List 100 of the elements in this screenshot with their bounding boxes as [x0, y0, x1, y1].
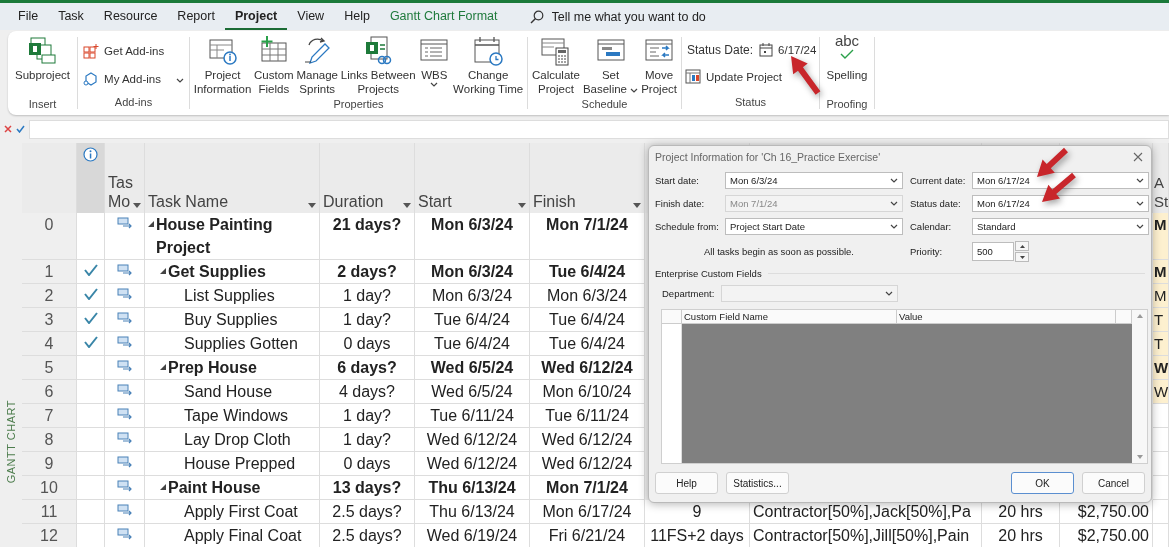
table-cell: 0 days [320, 452, 415, 476]
menu-tab[interactable]: Report [167, 3, 225, 30]
table-cell: 0 days [320, 332, 415, 356]
field-label: Current date: [909, 175, 967, 186]
table-cell: M [1153, 260, 1169, 284]
column-header[interactable]: A St [1153, 143, 1169, 213]
priority-field[interactable]: 500 [972, 242, 1014, 261]
row-number: 9 [22, 452, 77, 476]
table-cell: Mon 6/3/24 [415, 213, 530, 260]
table-cell: Tue 6/4/24 [530, 332, 645, 356]
group-label: Add-ins [113, 95, 154, 109]
row-number: 5 [22, 356, 77, 380]
dialog-button[interactable]: Statistics... [726, 472, 789, 494]
table-cell: Tue 6/11/24 [415, 404, 530, 428]
dropdown-field[interactable]: Mon 6/17/24 [972, 195, 1149, 212]
table-cell: Wed 6/19/24 [415, 524, 530, 547]
ribbon-button[interactable]: Set Baseline [581, 37, 640, 97]
table-cell: 1 day? [320, 284, 415, 308]
group-label: Properties [332, 97, 385, 111]
ribbon-button[interactable]: Calculate Project [530, 37, 581, 97]
dropdown-field[interactable]: Mon 6/17/24 [972, 172, 1149, 189]
status-date-button[interactable]: 6/17/24 [758, 40, 818, 60]
menu-tab[interactable]: File [8, 3, 49, 30]
ribbon-button[interactable]: Move Project [640, 37, 678, 97]
menu-tab[interactable]: Gantt Chart Format [379, 3, 508, 30]
ribbon-button[interactable]: Change Working Time [452, 37, 525, 97]
row-number: 2 [22, 284, 77, 308]
table-cell: T [1153, 308, 1169, 332]
column-header[interactable]: Tas Mo [105, 143, 145, 213]
group-label: Schedule [580, 97, 629, 111]
task-name: Buy Supplies [184, 310, 278, 330]
row-number: 1 [22, 260, 77, 284]
note-text: All tasks begin as soon as possible. [703, 246, 855, 257]
group-label: Status [733, 95, 768, 109]
dropdown-field[interactable]: Standard [972, 218, 1149, 235]
row-number: 11 [22, 500, 77, 524]
ribbon-button[interactable]: Links Between Projects [339, 37, 417, 97]
ribbon-button[interactable]: Custom Fields [253, 37, 295, 97]
field-label: Status date: [909, 198, 962, 209]
field-label: Calendar: [909, 221, 953, 232]
dialog-title: Project Information for 'Ch 16_Practice Exercise' [655, 151, 881, 163]
column-header[interactable]: Task Name [145, 143, 320, 213]
ribbon-button[interactable]: Get Add-ins [82, 39, 185, 63]
table-cell: $2,750.00 [1060, 524, 1153, 547]
table-cell: 2.5 days? [320, 500, 415, 524]
table-cell: M [1153, 213, 1169, 260]
dialog-button[interactable]: Help [655, 472, 718, 494]
table-cell: Contractor[50%],Jill[50%],Pain [750, 524, 982, 547]
task-name: Prep House [168, 358, 257, 378]
group-label: Proofing [825, 97, 869, 111]
column-header[interactable]: Start [415, 143, 530, 213]
ribbon-button[interactable]: My Add-ins [82, 67, 185, 91]
table-cell: Tue 6/4/24 [530, 260, 645, 284]
table-cell: 1 day? [320, 308, 415, 332]
menu-tab[interactable]: Task [48, 3, 94, 30]
table-cell: Wed 6/5/24 [415, 380, 530, 404]
ribbon-button[interactable]: abc Spelling [825, 37, 869, 97]
menu-tab[interactable]: View [287, 3, 335, 30]
field-label: Schedule from: [655, 221, 720, 232]
menu-tab[interactable]: Resource [93, 3, 168, 30]
table-cell: Wed 6/12/24 [530, 428, 645, 452]
task-name: House Prepped [184, 454, 296, 474]
table-cell: 13 days? [320, 476, 415, 500]
table-cell: 2 days? [320, 260, 415, 284]
view-label: GANTT CHART [5, 399, 17, 483]
table-cell: Tue 6/4/24 [415, 332, 530, 356]
column-header[interactable]: Duration [320, 143, 415, 213]
table-cell: 21 days? [320, 213, 415, 260]
table-cell: 1 day? [320, 404, 415, 428]
dialog-button[interactable]: OK [1011, 472, 1074, 494]
field-label: Priority: [909, 246, 944, 257]
task-name: Lay Drop Cloth [184, 430, 291, 450]
task-name: Apply First Coat [184, 502, 298, 522]
ribbon-button[interactable]: Project Information [192, 37, 253, 97]
table-cell: 11FS+2 days [645, 524, 750, 547]
column-header[interactable]: Finish [530, 143, 645, 213]
row-number: 8 [22, 428, 77, 452]
table-cell: Mon 6/17/24 [530, 500, 645, 524]
search-field[interactable]: Tell me what you want to do [549, 8, 744, 25]
table-cell: W [1153, 380, 1169, 404]
field-label: Start date: [655, 175, 700, 186]
dropdown-field[interactable]: Project Start Date [725, 218, 903, 235]
dialog-button[interactable]: Cancel [1082, 472, 1145, 494]
ribbon-button[interactable]: WBS [417, 37, 452, 97]
task-name: Get Supplies [168, 262, 266, 282]
table-cell: M [1153, 284, 1169, 308]
field-label: Finish date: [655, 198, 706, 209]
table-cell: Mon 7/1/24 [530, 213, 645, 260]
table-cell: 6 days? [320, 356, 415, 380]
ribbon-button[interactable]: Manage Sprints [295, 37, 339, 97]
table-cell: Thu 6/13/24 [415, 500, 530, 524]
ribbon-button[interactable]: Subproject [14, 37, 71, 97]
table-cell: Wed 6/12/24 [415, 428, 530, 452]
spelling-icon: abc [834, 34, 860, 66]
menu-tab[interactable]: Help [334, 3, 380, 30]
dropdown-field[interactable]: Mon 6/3/24 [725, 172, 903, 189]
row-number: 0 [22, 213, 77, 260]
table-cell: Mon 7/1/24 [530, 476, 645, 500]
table-cell: Wed 6/12/24 [415, 452, 530, 476]
task-name: List Supplies [184, 286, 275, 306]
